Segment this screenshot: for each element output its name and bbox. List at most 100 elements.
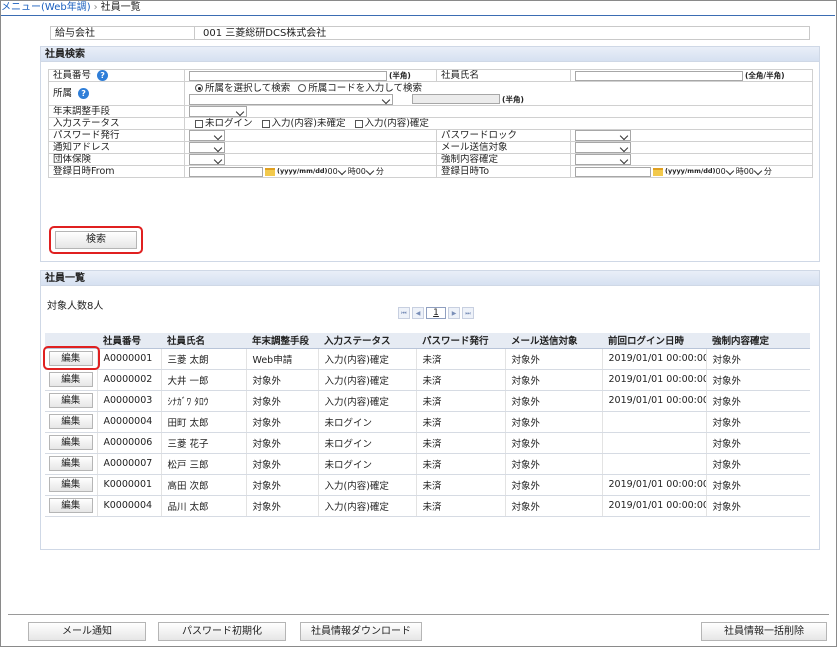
mail-target: 対象外 xyxy=(504,495,602,517)
force-confirm-select[interactable] xyxy=(575,154,631,165)
employee-number: A0000002 xyxy=(96,369,161,391)
reg-from-date-hint: (yyyy/mm/dd) xyxy=(277,167,328,175)
footer-rule xyxy=(8,614,829,615)
help-icon[interactable]: ? xyxy=(78,88,90,99)
adjust-method: Web申請 xyxy=(245,348,318,370)
reg-to-date-hint: (yyyy/mm/dd) xyxy=(665,167,716,175)
employee-name: 大井 一郎 xyxy=(160,369,246,391)
pager-next-icon[interactable]: ▶ xyxy=(448,307,460,319)
column-header: 強制内容確定 xyxy=(706,333,810,349)
force-confirm: 対象外 xyxy=(705,495,810,517)
company-label: 給与会社 xyxy=(51,27,195,39)
pager-prev-icon[interactable]: ◀ xyxy=(412,307,424,319)
edit-button[interactable]: 編集 xyxy=(48,372,93,387)
edit-cell: 編集 xyxy=(45,411,97,433)
dept-radio-select-label: 所属を選択して検索 xyxy=(205,82,291,94)
reg-to-hour-value[interactable]: 00 xyxy=(716,167,726,176)
dept-radio-select[interactable] xyxy=(195,84,203,92)
reg-to-minute-dropdown[interactable] xyxy=(753,166,764,177)
edit-button[interactable]: 編集 xyxy=(48,456,93,471)
mail-target-cell xyxy=(570,141,813,154)
column-header: メール送信対象 xyxy=(505,333,602,349)
force-confirm-label: 強制内容確定 xyxy=(436,153,571,166)
notify-address-select[interactable] xyxy=(189,142,225,153)
edit-button[interactable]: 編集 xyxy=(48,477,93,492)
reg-from-label: 登録日時From xyxy=(48,165,185,178)
adjust-method-select[interactable] xyxy=(189,106,247,117)
search-panel-title: 社員検索 xyxy=(41,47,819,62)
status-confirmed-checkbox[interactable] xyxy=(354,119,363,128)
mail-target: 対象外 xyxy=(504,474,602,496)
breadcrumb-menu-link[interactable]: メニュー(Web年調) xyxy=(1,2,91,13)
table-row: 編集 A0000006 三菱 花子 対象外 未ログイン 未済 対象外 対象外 xyxy=(45,432,810,454)
dept-code-input[interactable] xyxy=(412,94,501,104)
table-row: 編集 A0000007 松戸 三郎 対象外 未ログイン 未済 対象外 対象外 xyxy=(45,453,810,475)
force-confirm: 対象外 xyxy=(705,411,810,433)
calendar-icon[interactable] xyxy=(653,167,663,176)
reg-from-hour-unit: 時 xyxy=(347,167,356,176)
reg-from-minute-value[interactable]: 00 xyxy=(356,167,366,176)
password-issue: 未済 xyxy=(415,348,505,370)
bulk-delete-button[interactable]: 社員情報一括削除 xyxy=(701,622,827,641)
password-issue: 未済 xyxy=(415,432,505,454)
adjust-method: 対象外 xyxy=(245,411,318,433)
mail-target: 対象外 xyxy=(504,411,602,433)
status-unconfirmed-label: 入力(内容)未確定 xyxy=(271,118,346,129)
edit-button[interactable]: 編集 xyxy=(48,414,93,429)
emp-name-input[interactable] xyxy=(575,70,743,81)
reg-to-minute-value[interactable]: 00 xyxy=(744,167,754,176)
column-header: 入力ステータス xyxy=(318,333,416,349)
password-issue-select[interactable] xyxy=(189,130,225,141)
edit-button[interactable]: 編集 xyxy=(48,393,93,408)
reg-from-date-input[interactable] xyxy=(189,166,263,177)
adjust-method: 対象外 xyxy=(245,432,318,454)
mail-target: 対象外 xyxy=(504,453,602,475)
edit-button[interactable]: 編集 xyxy=(48,435,93,450)
pager-first-icon[interactable]: ⏮ xyxy=(398,307,410,319)
reg-from-hour-dropdown[interactable] xyxy=(337,166,348,177)
input-status: 未ログイン xyxy=(317,411,416,433)
employee-name: 品川 太郎 xyxy=(160,495,246,517)
column-header: 社員番号 xyxy=(97,333,161,349)
calendar-icon[interactable] xyxy=(265,167,275,176)
last-login xyxy=(601,411,706,433)
emp-no-input[interactable] xyxy=(189,70,387,81)
mail-target: 対象外 xyxy=(504,432,602,454)
list-panel-title: 社員一覧 xyxy=(41,271,819,286)
status-not-logged-checkbox[interactable] xyxy=(195,119,203,128)
last-login: 2019/01/01 00:00:00 xyxy=(601,348,706,370)
reg-to-cell: (yyyy/mm/dd)00 時00 分 xyxy=(570,165,813,178)
last-login: 2019/01/01 00:00:00 xyxy=(601,495,706,517)
emp-name-label: 社員氏名 xyxy=(436,69,571,82)
employee-name: ｼﾅｶﾞﾜ ﾀﾛｳ xyxy=(160,390,246,412)
password-issue-label: パスワード発行 xyxy=(48,129,185,142)
password-reset-button[interactable]: パスワード初期化 xyxy=(158,622,286,641)
reg-from-hour-value[interactable]: 00 xyxy=(328,167,338,176)
dept-label: 所属 xyxy=(53,88,73,99)
help-icon[interactable]: ? xyxy=(97,70,109,81)
pager-last-icon[interactable]: ⏭ xyxy=(462,307,474,319)
reg-to-date-input[interactable] xyxy=(575,166,651,177)
reg-to-hour-dropdown[interactable] xyxy=(725,166,736,177)
reg-from-cell: (yyyy/mm/dd)00 時00 分 xyxy=(184,165,437,178)
pager-current-page[interactable]: 1 xyxy=(426,307,446,319)
last-login: 2019/01/01 00:00:00 xyxy=(601,474,706,496)
dept-select[interactable] xyxy=(189,93,393,105)
reg-from-minute-dropdown[interactable] xyxy=(365,166,376,177)
input-status: 入力(内容)確定 xyxy=(317,390,416,412)
force-confirm: 対象外 xyxy=(705,453,810,475)
mail-notify-button[interactable]: メール通知 xyxy=(28,622,146,641)
employee-number: A0000006 xyxy=(96,432,161,454)
download-button[interactable]: 社員情報ダウンロード xyxy=(300,622,422,641)
status-not-logged-label: 未ログイン xyxy=(205,118,253,129)
edit-button[interactable]: 編集 xyxy=(48,498,93,513)
dept-radio-code[interactable] xyxy=(298,84,307,92)
force-confirm: 対象外 xyxy=(705,390,810,412)
input-status: 入力(内容)確定 xyxy=(317,369,416,391)
adjust-method: 対象外 xyxy=(245,495,318,517)
status-unconfirmed-checkbox[interactable] xyxy=(261,119,270,128)
mail-target-select[interactable] xyxy=(575,142,631,153)
group-insurance-select[interactable] xyxy=(189,154,225,165)
reg-to-minute-unit: 分 xyxy=(763,167,772,176)
password-lock-select[interactable] xyxy=(575,130,631,141)
